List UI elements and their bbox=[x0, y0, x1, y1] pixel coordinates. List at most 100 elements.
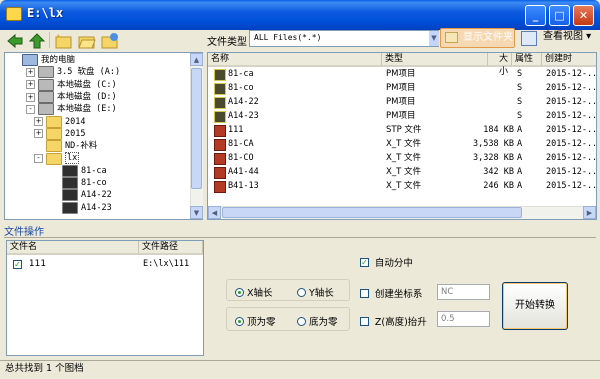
drive-icon bbox=[38, 78, 54, 91]
title-bar[interactable] bbox=[0, 0, 600, 30]
folder-refresh-icon[interactable] bbox=[101, 32, 119, 50]
tree-item-label: 2015 bbox=[65, 128, 86, 139]
tree-item[interactable]: 81-ca bbox=[50, 164, 107, 177]
checkbox-empty-icon[interactable] bbox=[360, 288, 369, 298]
y-axis-radio[interactable]: Y轴长 bbox=[297, 285, 334, 299]
minimize-button[interactable]: _ bbox=[525, 5, 546, 26]
tree-item[interactable]: ND-补料 bbox=[34, 140, 97, 153]
table-row[interactable]: A41-44 X_T 文件 342 KB A 2015-12-.. bbox=[208, 165, 596, 179]
pm-icon bbox=[214, 69, 226, 81]
part-icon bbox=[62, 201, 78, 214]
floppy-icon bbox=[38, 66, 54, 79]
column-header-created[interactable]: 创建时 bbox=[542, 53, 596, 67]
tree-expander-icon[interactable]: + bbox=[26, 92, 35, 102]
tree-item[interactable]: A14-23 bbox=[50, 201, 112, 214]
tree-expander-icon[interactable]: - bbox=[26, 104, 35, 114]
operations-file-list[interactable]: 文件名 文件路径 ✓ 111 E:\lx\111 bbox=[6, 240, 204, 356]
pm-icon bbox=[214, 83, 226, 95]
list-item[interactable]: ✓ 111 bbox=[13, 259, 46, 270]
coord-system-field[interactable]: NC bbox=[437, 284, 490, 300]
file-attr: A bbox=[517, 153, 523, 163]
table-row[interactable]: 81-ca PM项目 S 2015-12-.. bbox=[208, 67, 596, 81]
column-header-size[interactable]: 大小 bbox=[488, 53, 512, 77]
column-header-attr[interactable]: 属性 bbox=[512, 53, 542, 67]
chevron-down-icon[interactable]: ▼ bbox=[429, 31, 439, 46]
computer-icon bbox=[22, 54, 38, 67]
file-type: PM项目 bbox=[386, 69, 416, 79]
tree-item[interactable]: - lx bbox=[34, 152, 80, 165]
column-header-filename[interactable]: 文件名 bbox=[7, 241, 139, 255]
scroll-up-button[interactable]: ▲ bbox=[190, 53, 203, 66]
table-row[interactable]: A14-22 PM项目 S 2015-12-.. bbox=[208, 95, 596, 109]
radio-selected-icon[interactable] bbox=[235, 287, 244, 297]
back-arrow-icon[interactable] bbox=[6, 32, 24, 50]
up-arrow-icon[interactable] bbox=[28, 32, 46, 50]
maximize-button[interactable]: □ bbox=[549, 5, 570, 26]
table-row[interactable]: 81-co PM项目 S 2015-12-.. bbox=[208, 81, 596, 95]
folder-star-icon[interactable] bbox=[55, 32, 73, 50]
scroll-down-button[interactable]: ▼ bbox=[190, 206, 203, 219]
tree-item[interactable]: + 本地磁盘 (D:) bbox=[26, 91, 117, 104]
radio-empty-icon[interactable] bbox=[297, 316, 306, 326]
create-coord-checkbox[interactable]: 创建坐标系 bbox=[360, 286, 422, 300]
drive-icon bbox=[38, 91, 54, 104]
tree-item[interactable]: +2014 bbox=[34, 115, 85, 128]
column-header-filepath[interactable]: 文件路径 bbox=[139, 241, 203, 255]
table-row[interactable]: 81-CA X_T 文件 3,538 KB A 2015-12-.. bbox=[208, 137, 596, 151]
auto-split-checkbox[interactable]: ✓ 自动分中 bbox=[360, 255, 413, 269]
tree-expander-icon[interactable]: + bbox=[26, 67, 35, 77]
tree-item-label: lx bbox=[65, 152, 80, 165]
tree-item-label: 我的电脑 bbox=[41, 55, 76, 65]
tree-item[interactable]: - 本地磁盘 (E:) bbox=[26, 103, 117, 116]
scroll-left-button[interactable]: ◀ bbox=[208, 206, 221, 219]
tree-item[interactable]: 81-co bbox=[50, 177, 107, 190]
close-button[interactable]: ✕ bbox=[573, 5, 594, 26]
auto-split-label: 自动分中 bbox=[374, 258, 413, 269]
file-name: A41-44 bbox=[228, 167, 259, 177]
file-hscroll-thumb[interactable] bbox=[222, 207, 522, 218]
bottom-zero-label: 底为零 bbox=[309, 317, 338, 328]
table-row[interactable]: 81-CO X_T 文件 3,328 KB A 2015-12-.. bbox=[208, 151, 597, 165]
file-type-label: 文件类型 bbox=[207, 37, 247, 48]
start-convert-button[interactable]: 开始转换 bbox=[502, 282, 568, 330]
tree-item[interactable]: A14-22 bbox=[50, 189, 112, 202]
table-row[interactable]: A14-23 PM项目 S 2015-12-.. bbox=[208, 109, 596, 123]
radio-empty-icon[interactable] bbox=[297, 287, 306, 297]
scroll-right-button[interactable]: ▶ bbox=[583, 206, 596, 219]
tree-scroll-thumb[interactable] bbox=[191, 68, 202, 189]
checkbox-empty-icon[interactable] bbox=[360, 316, 369, 326]
table-row[interactable]: 111 STP 文件 184 KB A 2015-12-.. bbox=[208, 123, 596, 137]
tree-expander-icon[interactable]: + bbox=[26, 80, 35, 90]
bottom-zero-radio[interactable]: 底为零 bbox=[297, 314, 338, 328]
z-raise-checkbox[interactable]: Z(高度)抬升 bbox=[360, 314, 427, 328]
tree-expander-icon[interactable]: + bbox=[34, 117, 43, 127]
radio-selected-icon[interactable] bbox=[235, 316, 244, 326]
x-axis-radio[interactable]: X轴长 bbox=[235, 285, 273, 299]
file-attr: S bbox=[517, 111, 523, 121]
tree-item[interactable]: + 本地磁盘 (C:) bbox=[26, 78, 117, 91]
tree-expander-icon[interactable]: - bbox=[34, 154, 43, 164]
column-header-name[interactable]: 名称 bbox=[208, 53, 382, 67]
z-raise-field[interactable]: 0.5 bbox=[437, 311, 490, 327]
file-attr: A bbox=[517, 167, 523, 177]
part-icon bbox=[62, 177, 78, 190]
checkbox-checked-icon[interactable]: ✓ bbox=[13, 259, 22, 269]
tree-item-label: 本地磁盘 (C:) bbox=[57, 79, 117, 90]
file-type-select[interactable]: ALL Files(*.*) bbox=[249, 30, 439, 47]
tree-item[interactable]: +2015 bbox=[34, 127, 86, 140]
checkbox-checked-icon[interactable]: ✓ bbox=[360, 257, 369, 267]
folder-icon bbox=[445, 32, 458, 43]
tree-expander-icon[interactable]: + bbox=[34, 129, 43, 139]
drive-icon bbox=[38, 103, 54, 116]
file-name: 81-ca bbox=[228, 69, 254, 79]
table-row[interactable]: B41-13 X_T 文件 246 KB A 2015-12-.. bbox=[208, 179, 596, 193]
tree-item[interactable]: 我的电脑 bbox=[10, 54, 76, 67]
file-created: 2015-12-.. bbox=[546, 153, 597, 163]
top-zero-radio[interactable]: 顶为零 bbox=[235, 314, 276, 328]
file-list[interactable]: 名称 类型 大小 属性 创建时 81-ca PM项目 S 2015-12-.. 81-c… bbox=[207, 52, 597, 220]
pm-icon bbox=[214, 97, 226, 109]
tree-item[interactable]: +3.5 软盘 (A:) bbox=[26, 66, 120, 79]
folder-open-icon[interactable] bbox=[78, 32, 96, 50]
column-header-type[interactable]: 类型 bbox=[382, 53, 488, 67]
status-bar: 总共找到 1 个图档 bbox=[0, 360, 600, 379]
